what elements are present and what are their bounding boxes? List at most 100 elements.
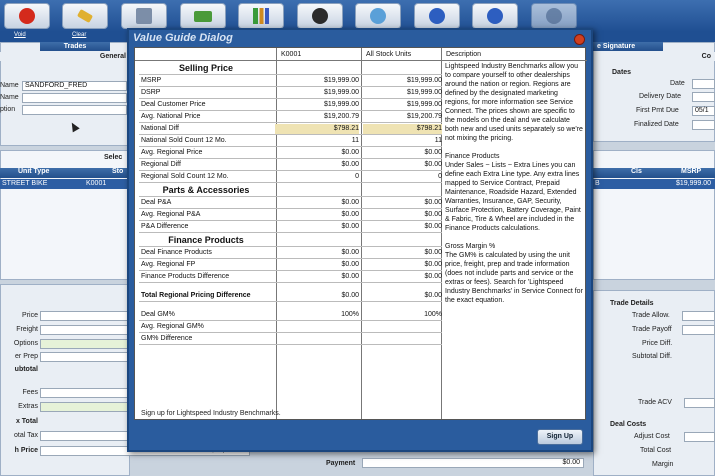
unit-row-right[interactable]: B $19,999.00	[593, 179, 715, 189]
row-label: Deal Finance Products	[141, 249, 212, 256]
search-button[interactable]	[531, 3, 577, 29]
pricing-field[interactable]	[40, 339, 128, 349]
checkmark-icon	[429, 8, 445, 24]
print-button[interactable]	[121, 3, 167, 29]
pricing-label: otal Tax	[14, 432, 38, 439]
pricing-field[interactable]	[40, 325, 128, 335]
k0001-value: $19,999.00	[323, 77, 359, 84]
tab-trades[interactable]: Trades	[40, 42, 110, 51]
chart-button[interactable]	[238, 3, 284, 29]
margin-label: Margin	[652, 461, 674, 468]
tab-co[interactable]: Co	[663, 52, 715, 61]
printer-icon	[136, 8, 152, 24]
finalize-button[interactable]	[472, 3, 518, 29]
tab-general[interactable]: General	[0, 52, 130, 61]
header-divider	[135, 60, 587, 61]
pricing-label: er Prep	[15, 353, 38, 360]
select-button[interactable]: Selec	[104, 154, 122, 161]
value-row: Avg. Regional P&A $0.00 $0.00	[139, 210, 442, 221]
all-stock-value: $0.00	[424, 161, 442, 168]
k0001-value: $0.00	[341, 223, 359, 230]
all-stock-value: $19,999.00	[406, 89, 442, 96]
value-row: Deal Customer Price $19,999.00 $19,999.00	[139, 100, 442, 111]
eraser-icon	[76, 9, 94, 23]
all-stock-value: $0.00	[424, 273, 442, 280]
all-stock-value: $0.00	[424, 292, 442, 299]
row-label: Finance Products	[168, 235, 244, 245]
clear-label[interactable]: Clear	[72, 32, 86, 38]
pricing-label: Price	[22, 312, 38, 319]
row-label: National Diff	[141, 125, 180, 132]
payment-field[interactable]: $0.00	[362, 458, 584, 468]
k0001-value: 100%	[341, 311, 359, 318]
row-label: National Sold Count 12 Mo.	[141, 137, 227, 144]
trade-allow-field[interactable]	[682, 311, 715, 321]
option-field[interactable]	[22, 105, 127, 115]
pricing-field[interactable]	[40, 352, 128, 362]
trade-payoff-field[interactable]	[682, 325, 715, 335]
value-row: Avg. National Price $19,200.79 $19,200.79	[139, 112, 442, 123]
value-guide-table: K0001 All Stock Units Description Sellin…	[134, 47, 587, 420]
pricing-field[interactable]	[40, 402, 128, 412]
void-button[interactable]	[4, 3, 50, 29]
k0001-value: $19,200.79	[323, 113, 359, 120]
sign-up-button[interactable]: Sign Up	[537, 429, 583, 445]
magnifier-icon	[546, 8, 562, 24]
pricing-field[interactable]	[40, 388, 128, 398]
money-button[interactable]	[180, 3, 226, 29]
pricing-field[interactable]	[40, 431, 128, 441]
k0001-value: $0.00	[341, 149, 359, 156]
check-circle-icon	[487, 8, 503, 24]
col-header-description: Description	[446, 51, 482, 58]
dialog-title: Value Guide Dialog	[133, 32, 233, 44]
value-row: Deal GM% 100% 100%	[139, 310, 442, 321]
adjust-cost-field[interactable]	[684, 432, 715, 442]
description-paragraph: Finance Products Under Sales ~ Lists ~ E…	[445, 153, 581, 232]
finalized-field[interactable]	[692, 120, 715, 130]
delivery-date-field[interactable]	[692, 92, 715, 102]
clear-button[interactable]	[62, 3, 108, 29]
first-pmt-field[interactable]: 05/1	[692, 106, 715, 116]
spacer-row	[139, 284, 442, 290]
k0001-value: $19,999.00	[323, 89, 359, 96]
col-header-all-stock: All Stock Units	[366, 51, 412, 58]
trade-payoff-label: Trade Payoff	[632, 326, 672, 333]
k0001-value: $19,999.00	[323, 101, 359, 108]
all-stock-value: $0.00	[424, 199, 442, 206]
col-header-k0001: K0001	[281, 51, 302, 58]
value-row: Deal Finance Products $0.00 $0.00	[139, 248, 442, 259]
close-icon[interactable]	[574, 34, 585, 45]
unit-row[interactable]: STREET BIKE K0001	[0, 179, 130, 189]
name2-field[interactable]	[22, 93, 127, 103]
row-b-cell: B	[595, 180, 600, 187]
wrench-icon	[312, 8, 328, 24]
k0001-value: $0.00	[341, 273, 359, 280]
all-stock-value: $0.00	[424, 211, 442, 218]
row-label: DSRP	[141, 89, 161, 96]
finalized-label: Finalized Date	[634, 121, 679, 128]
pricing-field[interactable]	[40, 311, 128, 321]
row-label: Avg. Regional P&A	[141, 211, 201, 218]
date-label: Date	[670, 80, 685, 87]
price-diff-label: Price Diff.	[642, 340, 673, 347]
value-row: Regional Sold Count 12 Mo. 0 0	[139, 172, 442, 183]
parts-button[interactable]	[355, 3, 401, 29]
void-label[interactable]: Void	[14, 32, 26, 38]
stop-icon	[19, 8, 35, 24]
all-stock-value: $19,200.79	[406, 113, 442, 120]
k0001-value: $0.00	[341, 161, 359, 168]
name-field[interactable]: SANDFORD_FRED	[22, 81, 127, 91]
subtotal-diff-label: Subtotal Diff.	[632, 353, 672, 360]
row-label: Regional Diff	[141, 161, 181, 168]
bar-chart-icon	[253, 8, 269, 24]
tab-esignature[interactable]: e Signature	[593, 42, 663, 51]
tools-button[interactable]	[297, 3, 343, 29]
approve-button[interactable]	[414, 3, 460, 29]
pricing-label: Extras	[18, 403, 38, 410]
row-label: Total Regional Pricing Difference	[141, 292, 251, 299]
value-row: GM% Difference	[139, 334, 442, 345]
value-row: Finance Products Difference $0.00 $0.00	[139, 272, 442, 283]
section-header: Finance Products	[139, 234, 442, 247]
date-field[interactable]	[692, 79, 715, 89]
trade-acv-field[interactable]	[684, 398, 715, 408]
